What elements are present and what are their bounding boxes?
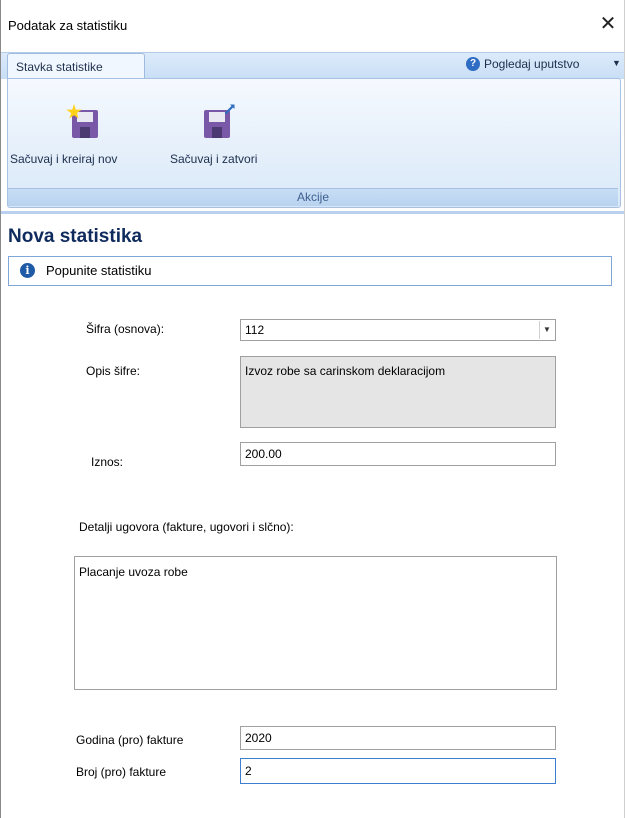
opis-value: Izvoz robe sa carinskom deklaracijom (245, 364, 446, 378)
help-link[interactable]: Pogledaj uputstvo (484, 57, 579, 71)
godina-value: 2020 (245, 731, 272, 745)
opis-label: Opis šifre: (86, 364, 141, 378)
sifra-value: 112 (245, 323, 265, 337)
iznos-label: Iznos: (91, 455, 124, 469)
detalji-value: Placanje uvoza robe (79, 565, 188, 579)
group-label-akcije: Akcije (296, 190, 329, 204)
broj-label: Broj (pro) fakture (76, 765, 167, 779)
arrow-out-icon (224, 104, 235, 115)
info-text: Popunite statistiku (46, 263, 152, 278)
close-icon[interactable]: ✕ (596, 12, 620, 36)
chevron-down-icon[interactable]: ▼ (539, 321, 554, 339)
chevron-down-icon[interactable]: ▼ (612, 58, 621, 68)
godina-label: Godina (pro) fakture (76, 733, 184, 747)
tab-stavka-statistike[interactable]: Stavka statistike (7, 53, 145, 80)
godina-input[interactable]: 2020 (240, 726, 556, 750)
save-and-close-label: Sačuvaj i zatvori (170, 152, 258, 166)
iznos-value: 200.00 (245, 447, 282, 461)
sifra-dropdown[interactable]: 112 ▼ (240, 319, 556, 341)
page-title: Nova statistika (8, 226, 143, 247)
detalji-textarea[interactable]: Placanje uvoza robe (74, 556, 557, 690)
window-border-left (0, 0, 1, 818)
save-and-close-button[interactable]: Sačuvaj i zatvori (168, 100, 283, 170)
tab-label: Stavka statistike (16, 60, 103, 74)
detalji-label: Detalji ugovora (fakture, ugovori i slčn… (79, 520, 294, 534)
help-circle-icon[interactable]: ? (466, 57, 480, 71)
save-and-new-label: Sačuvaj i kreiraj nov (10, 152, 118, 166)
opis-field: Izvoz robe sa carinskom deklaracijom (240, 356, 556, 428)
broj-input[interactable]: 2 (240, 758, 556, 784)
save-and-new-button[interactable]: Sačuvaj i kreiraj nov (10, 100, 160, 170)
broj-value: 2 (245, 764, 252, 778)
info-icon: i (20, 263, 35, 278)
window-title: Podatak za statistiku (8, 18, 128, 33)
sifra-label: Šifra (osnova): (86, 322, 165, 336)
ribbon-separator (1, 211, 624, 214)
iznos-input[interactable]: 200.00 (240, 442, 556, 466)
